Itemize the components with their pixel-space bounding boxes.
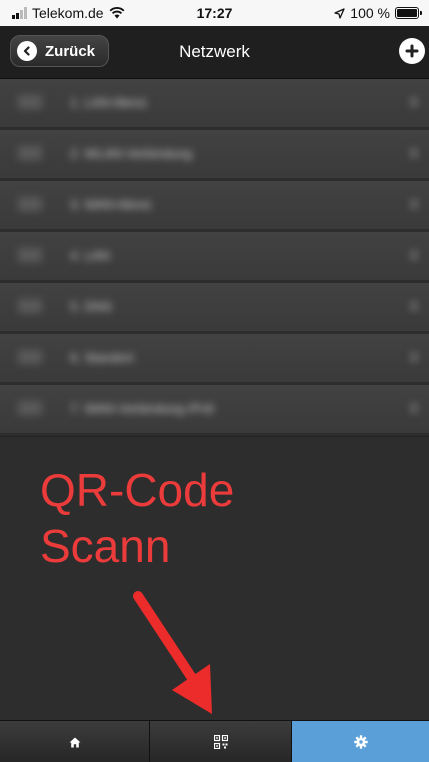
list-item[interactable]: 2. WLAN-Verbindung — [0, 130, 429, 178]
list-item-label: 5. DNS — [70, 299, 112, 314]
battery-percent: 100 % — [350, 5, 390, 21]
chevron-right-icon — [409, 198, 419, 210]
list-item-label: 7. WAN-Verbindung IPv6 — [70, 401, 215, 416]
list-item-label: 1. LAN-Menü — [70, 95, 147, 110]
list-item[interactable]: 7. WAN-Verbindung IPv6 — [0, 385, 429, 433]
list-item[interactable]: 5. DNS — [0, 283, 429, 331]
battery-fill — [397, 9, 417, 17]
list-item[interactable]: 6. Standort — [0, 334, 429, 382]
list-item-label: 4. LAN — [70, 248, 110, 263]
chevron-right-icon — [409, 249, 419, 261]
annotation-line-2: Scann — [40, 520, 171, 572]
list-item-icon — [18, 350, 42, 364]
qr-code-icon — [213, 735, 228, 749]
chevron-right-icon — [409, 96, 419, 108]
list-item-icon — [18, 146, 42, 160]
list-item-icon — [18, 248, 42, 262]
list-item-icon — [18, 401, 42, 415]
tab-settings[interactable] — [291, 721, 429, 762]
battery-icon — [395, 7, 422, 19]
chevron-right-icon — [409, 402, 419, 414]
status-bar: Telekom.de 17:27 100 % — [0, 0, 429, 26]
annotation-text: QR-Code Scann — [40, 462, 234, 574]
list-item-icon — [18, 197, 42, 211]
app-screen: Telekom.de 17:27 100 % Zurück Netzwerk 1… — [0, 0, 429, 762]
network-menu-list: 1. LAN-Menü 2. WLAN-Verbindung 3. WAN-Menü… — [0, 79, 429, 436]
page-title: Netzwerk — [179, 42, 250, 61]
tab-qr-scan[interactable] — [149, 721, 291, 762]
nav-header: Zurück Netzwerk — [0, 26, 429, 79]
list-item[interactable]: 3. WAN-Menü — [0, 181, 429, 229]
list-item-icon — [18, 95, 42, 109]
status-right: 100 % — [334, 5, 422, 21]
chevron-right-icon — [409, 351, 419, 363]
add-button[interactable] — [399, 38, 425, 64]
list-item-icon — [18, 299, 42, 313]
annotation-line-1: QR-Code — [40, 464, 235, 516]
annotation-arrow-icon — [133, 591, 212, 714]
list-item-label: 6. Standort — [70, 350, 134, 365]
location-arrow-icon — [334, 7, 345, 19]
tab-home[interactable] — [0, 721, 149, 762]
list-item[interactable]: 4. LAN — [0, 232, 429, 280]
list-item[interactable]: 1. LAN-Menü — [0, 79, 429, 127]
home-icon — [69, 737, 80, 747]
tab-bar — [0, 720, 429, 762]
chevron-right-icon — [409, 147, 419, 159]
gear-icon — [353, 735, 368, 749]
chevron-right-icon — [409, 300, 419, 312]
plus-icon — [405, 44, 419, 58]
list-item-label: 3. WAN-Menü — [70, 197, 152, 212]
list-item-label: 2. WLAN-Verbindung — [70, 146, 193, 161]
